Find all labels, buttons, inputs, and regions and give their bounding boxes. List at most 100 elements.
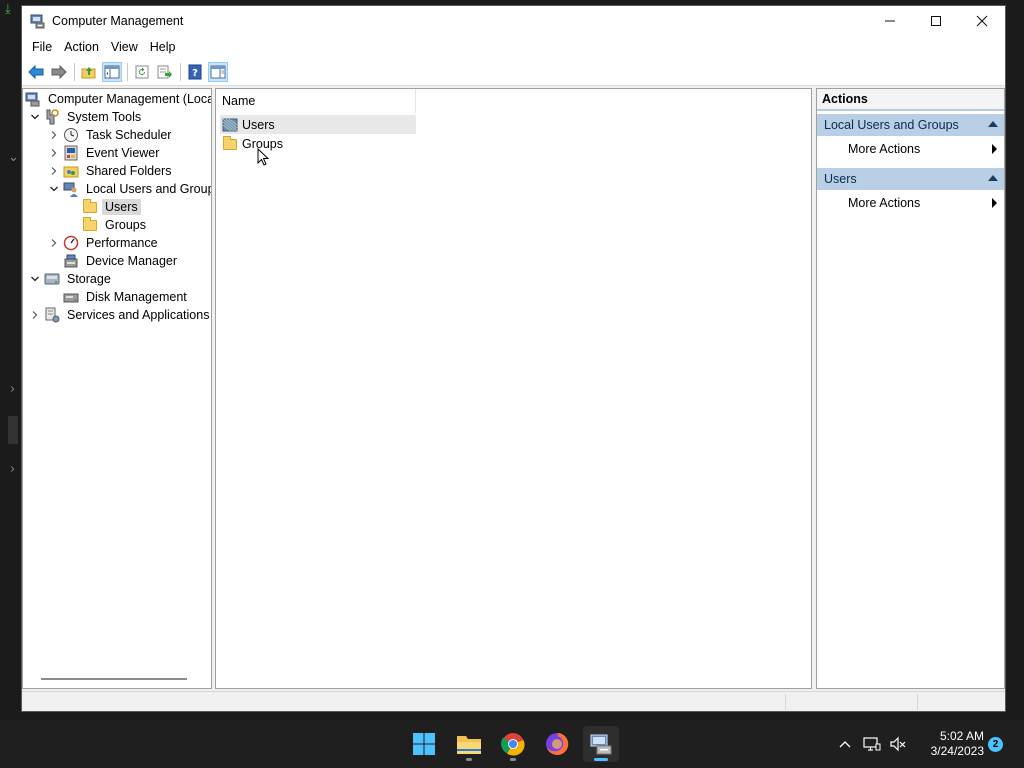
tree-item-computer-management[interactable]: Computer Management (Local: [25, 90, 212, 108]
tree-item-disk-management[interactable]: Disk Management: [48, 288, 190, 306]
collapsed-chevron-icon[interactable]: [29, 306, 41, 324]
tree-item-event-viewer[interactable]: Event Viewer: [48, 144, 162, 162]
title-bar[interactable]: Computer Management: [22, 6, 1005, 36]
refresh-button[interactable]: [132, 62, 152, 82]
action-section-title: Users: [824, 172, 857, 186]
status-cell: [785, 694, 917, 710]
collapse-triangle-icon[interactable]: [988, 175, 998, 181]
action-section-users[interactable]: Users: [817, 168, 1004, 190]
list-item-label: Users: [242, 117, 275, 132]
refresh-icon: [135, 65, 149, 78]
clock-icon: [63, 127, 79, 143]
chevron-down-icon: ⌄: [8, 150, 19, 165]
menu-view[interactable]: View: [105, 36, 144, 58]
svg-text:?: ?: [192, 68, 198, 79]
console-tree: Computer Management (Local System Tools …: [22, 88, 212, 689]
menu-action[interactable]: Action: [58, 36, 105, 58]
collapsed-chevron-icon[interactable]: [48, 162, 60, 180]
tree-item-groups[interactable]: Groups: [79, 216, 149, 234]
tree-item-system-tools[interactable]: System Tools: [29, 108, 144, 126]
network-icon[interactable]: [862, 734, 882, 754]
back-button[interactable]: [26, 62, 46, 82]
taskbar-clock[interactable]: 5:02 AM 3/24/2023: [914, 729, 984, 759]
menu-help[interactable]: Help: [144, 36, 182, 58]
expanded-chevron-icon[interactable]: [29, 270, 41, 288]
forward-icon: [51, 64, 67, 79]
tree-item-label: Storage: [67, 272, 111, 286]
submenu-arrow-icon: [992, 144, 997, 154]
computer-management-window: Computer Management File Action View Hel…: [21, 5, 1006, 712]
tree-item-storage[interactable]: Storage: [29, 270, 114, 288]
tree-item-local-users-and-groups[interactable]: Local Users and Groups: [48, 180, 212, 198]
list-item-users[interactable]: Users: [220, 115, 416, 134]
status-cell: [917, 694, 1005, 710]
show-hide-tree-icon: [104, 65, 120, 78]
close-button[interactable]: [959, 6, 1005, 36]
action-item-label: More Actions: [848, 142, 921, 156]
tree-item-label: Event Viewer: [86, 146, 160, 160]
tree-item-label: Services and Applications: [67, 308, 210, 322]
users-folder-icon: [222, 117, 238, 133]
file-explorer-icon: [457, 736, 481, 754]
tree-item-services-and-applications[interactable]: Services and Applications: [29, 306, 211, 324]
window-title: Computer Management: [52, 14, 184, 28]
tree-item-label: Local Users and Groups: [86, 182, 212, 196]
help-button[interactable]: ?: [185, 62, 205, 82]
minimize-button[interactable]: [867, 6, 913, 36]
chevron-right-icon: ›: [10, 462, 16, 477]
submenu-arrow-icon: [992, 198, 997, 208]
action-section-title: Local Users and Groups: [824, 118, 959, 132]
volume-muted-icon[interactable]: [888, 734, 908, 754]
expanded-chevron-icon[interactable]: [29, 108, 41, 126]
tree-item-label: Shared Folders: [86, 164, 172, 178]
expanded-chevron-icon[interactable]: [48, 180, 60, 198]
menu-bar: File Action View Help: [22, 36, 1005, 58]
computer-management-taskbar-button[interactable]: [583, 726, 619, 762]
collapse-triangle-icon[interactable]: [988, 121, 998, 127]
show-hide-console-tree-button[interactable]: [102, 61, 122, 82]
actions-pane: Actions Local Users and Groups More Acti…: [816, 88, 1005, 689]
file-explorer-button[interactable]: [451, 726, 487, 762]
collapsed-chevron-icon[interactable]: [48, 126, 60, 144]
tree-item-shared-folders[interactable]: Shared Folders: [48, 162, 174, 180]
more-actions-local-users-and-groups[interactable]: More Actions: [817, 138, 1004, 160]
forward-button[interactable]: [49, 62, 69, 82]
desktop-tab: [8, 416, 18, 444]
chrome-button[interactable]: [495, 726, 531, 762]
back-icon: [28, 64, 44, 79]
actions-header: Actions: [817, 89, 1004, 111]
notification-badge[interactable]: 2: [988, 737, 1003, 752]
tree-item-users[interactable]: Users: [79, 198, 141, 216]
folder-icon: [82, 199, 98, 215]
tree-item-label: Computer Management (Local: [48, 92, 212, 106]
users-groups-icon: [63, 181, 79, 197]
tree-item-device-manager[interactable]: Device Manager: [48, 252, 180, 270]
toolbar-separator: [74, 62, 75, 81]
action-section-local-users-and-groups[interactable]: Local Users and Groups: [817, 114, 1004, 136]
up-one-level-button[interactable]: [79, 62, 99, 82]
show-hidden-icons-chevron-icon[interactable]: [835, 734, 855, 754]
start-icon: [413, 733, 435, 755]
column-header-name[interactable]: Name: [216, 89, 416, 113]
menu-file[interactable]: File: [26, 36, 58, 58]
computer-management-icon: [590, 734, 612, 755]
show-hide-action-pane-button[interactable]: [208, 61, 228, 82]
services-icon: [44, 307, 60, 323]
tree-item-performance[interactable]: Performance: [48, 234, 161, 252]
performance-icon: [63, 235, 79, 251]
more-actions-users[interactable]: More Actions: [817, 192, 1004, 214]
tree-item-label: Performance: [86, 236, 158, 250]
list-item-groups[interactable]: Groups: [220, 134, 416, 153]
firefox-icon: [546, 732, 569, 755]
horizontal-scrollbar[interactable]: [41, 678, 187, 680]
firefox-button[interactable]: [539, 726, 575, 762]
collapsed-chevron-icon[interactable]: [48, 234, 60, 252]
maximize-button[interactable]: [913, 6, 959, 36]
device-manager-icon: [63, 253, 79, 269]
chrome-icon: [501, 733, 525, 756]
clock-date: 3/24/2023: [930, 744, 984, 758]
collapsed-chevron-icon[interactable]: [48, 144, 60, 162]
export-list-button[interactable]: [155, 62, 175, 82]
tree-item-task-scheduler[interactable]: Task Scheduler: [48, 126, 174, 144]
start-button[interactable]: [406, 726, 442, 762]
